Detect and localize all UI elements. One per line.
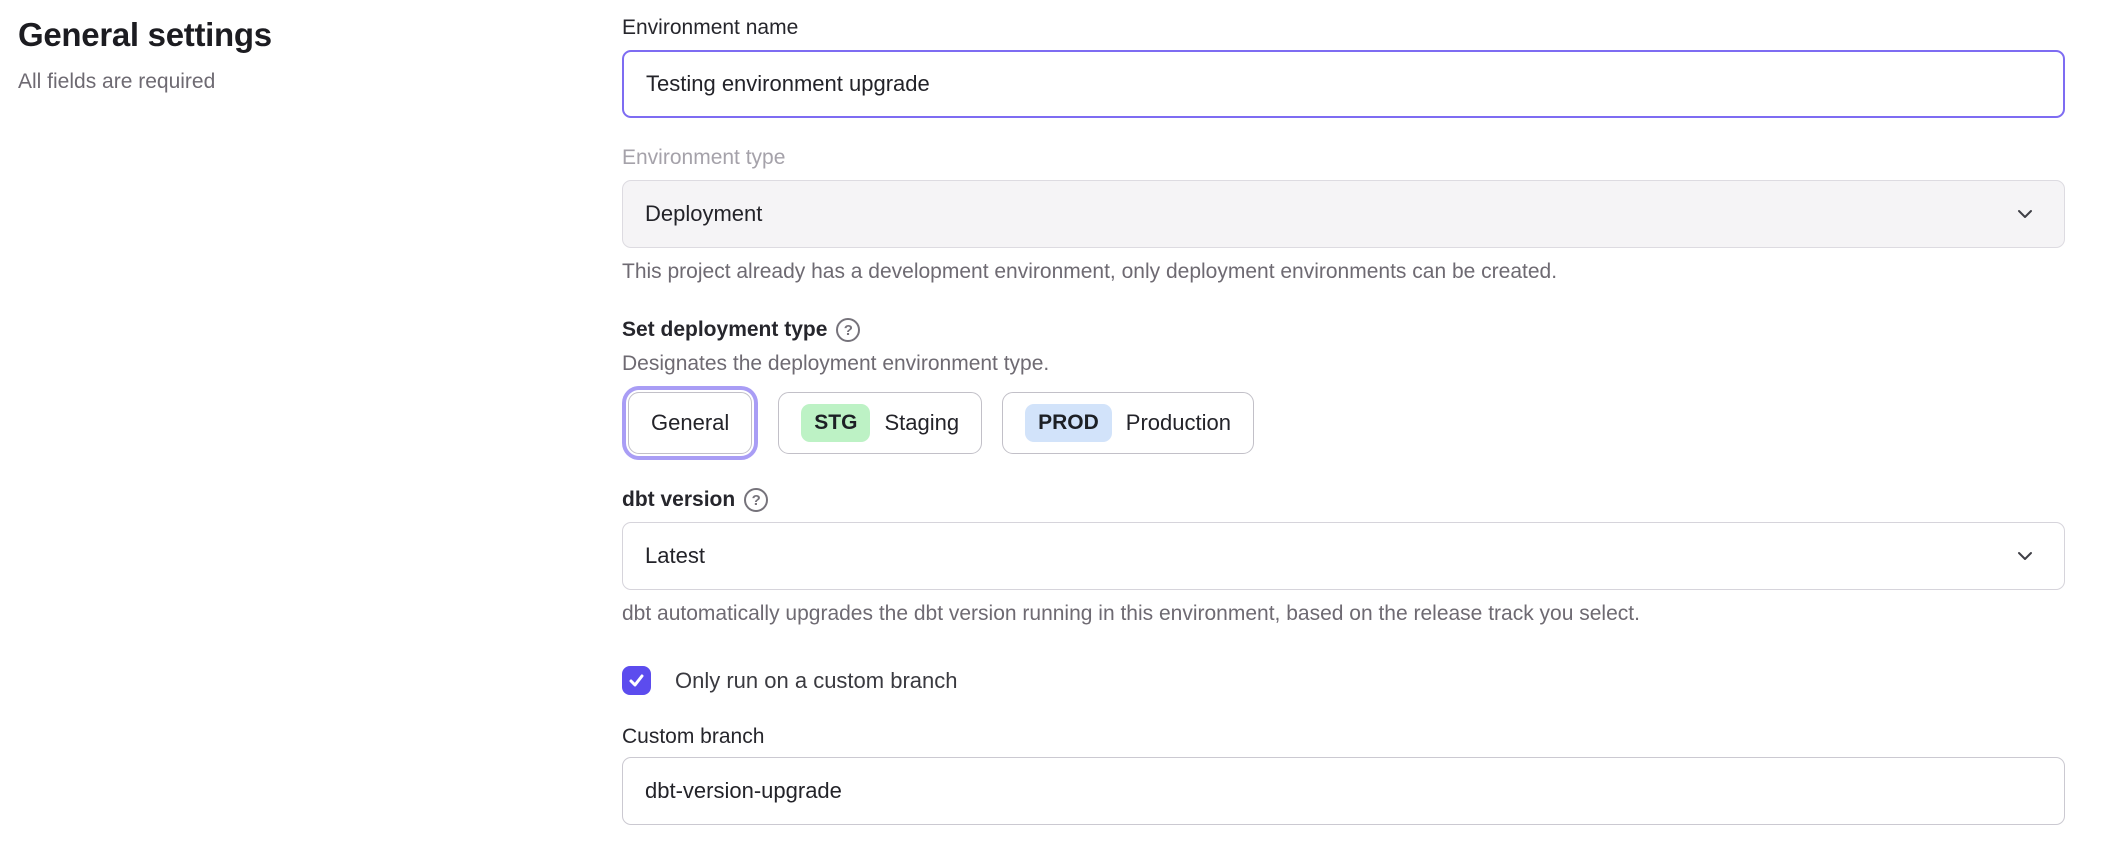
page-subtitle: All fields are required xyxy=(18,70,622,94)
custom-branch-toggle-row: Only run on a custom branch xyxy=(622,666,2065,695)
environment-name-label: Environment name xyxy=(622,16,2065,40)
custom-branch-label: Custom branch xyxy=(622,725,2065,749)
dbt-version-label: dbt version ? xyxy=(622,488,2065,512)
deployment-type-staging-label: Staging xyxy=(884,410,959,436)
dbt-version-helper: dbt automatically upgrades the dbt versi… xyxy=(622,602,2065,626)
page-title: General settings xyxy=(18,16,622,54)
deployment-type-label: Set deployment type ? xyxy=(622,318,2065,342)
deployment-type-production-label: Production xyxy=(1126,410,1231,436)
custom-branch-checkbox[interactable] xyxy=(622,666,651,695)
deployment-type-general-label: General xyxy=(651,410,729,436)
checkmark-icon xyxy=(627,671,646,690)
dbt-version-value: Latest xyxy=(645,543,705,569)
help-icon[interactable]: ? xyxy=(744,488,768,512)
production-badge: PROD xyxy=(1025,404,1112,442)
deployment-type-production-button[interactable]: PROD Production xyxy=(1002,392,1254,454)
deployment-type-staging-button[interactable]: STG Staging xyxy=(778,392,982,454)
custom-branch-input[interactable] xyxy=(622,757,2065,825)
custom-branch-toggle-label[interactable]: Only run on a custom branch xyxy=(675,668,957,694)
dbt-version-select[interactable]: Latest xyxy=(622,522,2065,590)
help-icon[interactable]: ? xyxy=(836,318,860,342)
environment-name-input[interactable] xyxy=(622,50,2065,118)
chevron-down-icon xyxy=(2014,203,2036,225)
environment-type-label: Environment type xyxy=(622,146,2065,170)
general-settings-page: General settings All fields are required… xyxy=(0,0,2116,825)
settings-intro-column: General settings All fields are required xyxy=(0,0,622,825)
deployment-type-general-button[interactable]: General xyxy=(628,392,752,454)
environment-type-value: Deployment xyxy=(645,201,762,227)
deployment-type-options: General STG Staging PROD Production xyxy=(622,392,2065,454)
environment-type-select[interactable]: Deployment xyxy=(622,180,2065,248)
dbt-version-label-text: dbt version xyxy=(622,488,735,512)
environment-type-helper: This project already has a development e… xyxy=(622,260,2065,284)
settings-form: Environment name Environment type Deploy… xyxy=(622,0,2065,825)
deployment-type-label-text: Set deployment type xyxy=(622,318,827,342)
chevron-down-icon xyxy=(2014,545,2036,567)
staging-badge: STG xyxy=(801,404,870,442)
custom-branch-field: Custom branch xyxy=(622,725,2065,825)
deployment-type-helper: Designates the deployment environment ty… xyxy=(622,352,2065,376)
